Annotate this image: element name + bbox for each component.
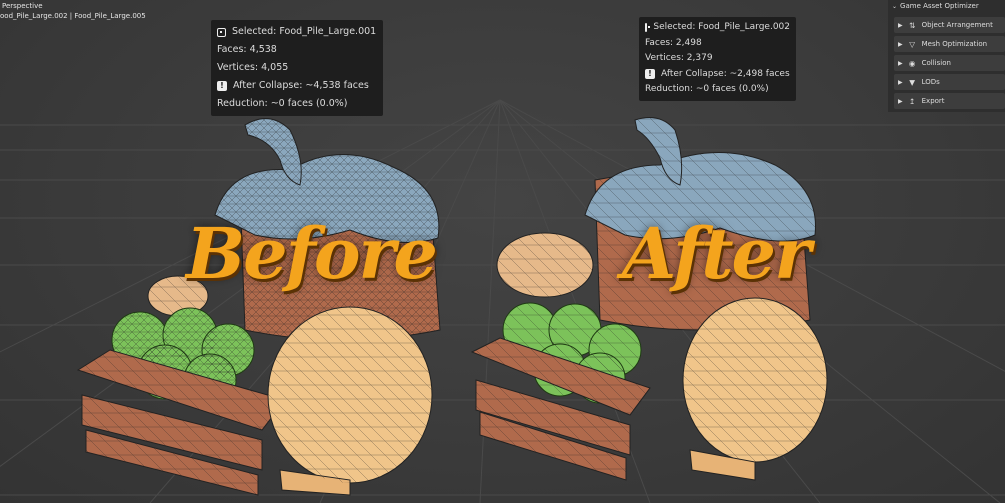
section-label: LODs: [921, 78, 940, 86]
after-food-pile-model[interactable]: [0, 0, 1005, 503]
mesh-icon: ▽: [909, 39, 916, 49]
after-selected-text: Selected: Food_Pile_Large.002: [653, 22, 790, 32]
after-label: After: [622, 212, 811, 295]
expand-arrow-icon[interactable]: ▶: [898, 60, 903, 67]
object-icon: [645, 23, 651, 33]
section-label: Collision: [921, 59, 951, 67]
before-reduction-text: Reduction: ~0 faces (0.0%): [217, 98, 348, 109]
optimizer-section-lods[interactable]: ▶ ▼ LODs: [894, 74, 1005, 90]
section-label: Object Arrangement: [921, 21, 993, 29]
before-after-collapse-text: After Collapse: ~4,538 faces: [233, 80, 369, 91]
expand-arrow-icon[interactable]: ▶: [898, 98, 903, 105]
game-asset-optimizer-panel: ⌄ Game Asset Optimizer ▶ ⇅ Object Arrang…: [888, 0, 1005, 112]
viewport-mode-label: Perspective: [2, 2, 43, 10]
after-reduction-text: Reduction: ~0 faces (0.0%): [645, 84, 769, 94]
lod-icon: ▼: [909, 77, 916, 87]
after-stats-panel: Selected: Food_Pile_Large.002 Faces: 2,4…: [639, 17, 796, 101]
expand-arrow-icon[interactable]: ▶: [898, 22, 903, 29]
warning-icon: !: [645, 69, 655, 80]
object-icon: [217, 27, 226, 37]
expand-arrow-icon[interactable]: ▶: [898, 79, 903, 86]
after-faces-text: Faces: 2,498: [645, 37, 702, 48]
before-vertices-text: Vertices: 4,055: [217, 62, 289, 73]
before-faces-text: Faces: 4,538: [217, 44, 277, 55]
viewport-collection-label: ood_Pile_Large.002 | Food_Pile_Large.005: [0, 12, 146, 20]
after-after-collapse-text: After Collapse: ~2,498 faces: [661, 68, 790, 79]
before-stats-panel: Selected: Food_Pile_Large.001 Faces: 4,5…: [211, 20, 383, 116]
optimizer-section-object-arrangement[interactable]: ▶ ⇅ Object Arrangement: [894, 17, 1005, 33]
before-selected-text: Selected: Food_Pile_Large.001: [232, 26, 377, 37]
optimizer-section-collision[interactable]: ▶ ◉ Collision: [894, 55, 1005, 71]
warning-icon: !: [217, 81, 227, 91]
section-label: Export: [921, 97, 945, 105]
before-label: Before: [186, 212, 438, 295]
chevron-down-icon[interactable]: ⌄: [892, 3, 897, 10]
optimizer-section-export[interactable]: ▶ ↥ Export: [894, 93, 1005, 109]
expand-arrow-icon[interactable]: ▶: [898, 41, 903, 48]
3d-viewport[interactable]: Perspective ood_Pile_Large.002 | Food_Pi…: [0, 0, 1005, 503]
collision-icon: ◉: [908, 58, 916, 68]
after-vertices-text: Vertices: 2,379: [645, 53, 713, 63]
arrange-icon: ⇅: [908, 20, 916, 30]
export-icon: ↥: [908, 96, 916, 106]
optimizer-header[interactable]: ⌄ Game Asset Optimizer: [892, 2, 979, 10]
section-label: Mesh Optimization: [921, 40, 988, 48]
optimizer-title: Game Asset Optimizer: [900, 2, 979, 10]
optimizer-section-mesh-optimization[interactable]: ▶ ▽ Mesh Optimization: [894, 36, 1005, 52]
